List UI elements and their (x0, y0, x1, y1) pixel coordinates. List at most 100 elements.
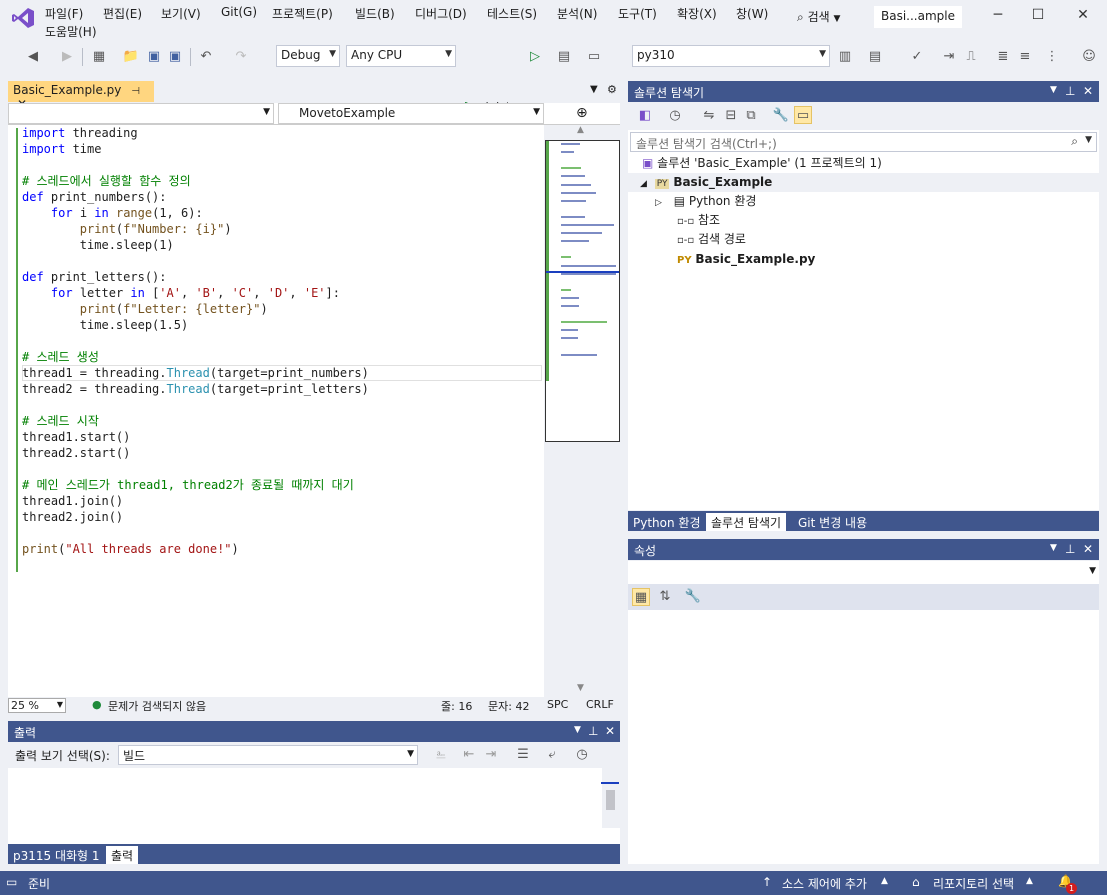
menu-analyze[interactable]: 분석(N) (557, 5, 597, 22)
tab-interactive[interactable]: p3115 대화형 1 (8, 846, 105, 864)
source-control-button[interactable]: 소스 제어에 추가 (782, 875, 867, 892)
env-manage-icon[interactable]: ▥ (836, 48, 854, 66)
tree-solution[interactable]: ▣ 솔루션 'Basic_Example' (1 프로젝트의 1) (642, 154, 882, 173)
menu-debug[interactable]: 디버그(D) (415, 5, 467, 22)
back-icon[interactable]: ◀ (24, 48, 42, 66)
editor-tab-active[interactable]: Basic_Example.py ⊣ ✕ (8, 81, 154, 111)
close-icon[interactable]: ✕ (1073, 7, 1093, 27)
categorized-icon[interactable]: ▦ (632, 588, 650, 606)
output-source-select[interactable]: 빌드 ▼ (118, 745, 418, 765)
next-message-icon[interactable]: ⇥ (482, 746, 500, 764)
switch-views-icon[interactable]: ◧ (636, 107, 654, 125)
panel-dropdown-icon[interactable]: ▼ (1050, 85, 1057, 95)
pin-icon[interactable]: ⊥ (588, 724, 598, 738)
pin-icon[interactable]: ⊥ (1065, 542, 1075, 556)
menu-extensions[interactable]: 확장(X) (677, 5, 717, 22)
pin-icon[interactable]: ⊥ (1065, 84, 1075, 98)
history-icon[interactable]: ◷ (666, 107, 684, 125)
panel-dropdown-icon[interactable]: ▼ (1050, 543, 1057, 553)
publish-icon[interactable]: ▤ (555, 48, 573, 66)
save-all-icon[interactable]: ▣ (166, 48, 184, 66)
spellcheck-icon[interactable]: ✓ (908, 48, 926, 66)
open-folder-icon[interactable]: 📁 (122, 48, 140, 66)
line-ending[interactable]: CRLF (586, 698, 614, 711)
menu-project[interactable]: 프로젝트(P) (272, 5, 333, 22)
goto-error-icon[interactable]: ⎁ (432, 746, 450, 764)
tree-search-paths[interactable]: ▫-▫ 검색 경로 (677, 230, 746, 249)
clear-all-icon[interactable]: ☰ (514, 746, 532, 764)
tab-python-env[interactable]: Python 환경 (628, 513, 706, 531)
feedback-icon[interactable]: ☺ (1080, 48, 1098, 66)
tree-project[interactable]: ◢ PY Basic_Example (628, 173, 1099, 192)
collapse-all-icon[interactable]: ⊟ (722, 107, 740, 125)
tab-output[interactable]: 출력 (106, 846, 139, 864)
close-icon[interactable]: ✕ (1083, 542, 1093, 556)
panel-dropdown-icon[interactable]: ▼ (574, 725, 581, 735)
code-minimap[interactable] (545, 140, 620, 442)
menu-help[interactable]: 도움말(H) (45, 23, 97, 40)
tab-solution-explorer[interactable]: 솔루션 탐색기 (706, 513, 787, 531)
show-all-files-icon[interactable]: ⧉ (742, 107, 760, 125)
tree-python-env[interactable]: ▷ ▤ Python 환경 (655, 192, 756, 211)
close-icon[interactable]: ✕ (605, 724, 615, 738)
tab-dropdown-icon[interactable]: ▼ (590, 84, 598, 95)
layout-icon[interactable]: ▭ (585, 48, 603, 66)
word-wrap-icon[interactable]: ⤶ (543, 746, 561, 764)
zoom-select[interactable]: 25 % ▼ (8, 698, 66, 713)
menu-test[interactable]: 테스트(S) (487, 5, 537, 22)
issues-text[interactable]: 문제가 검색되지 않음 (108, 698, 206, 714)
line-number[interactable]: 줄: 16 (441, 698, 472, 714)
new-project-icon[interactable]: ▦ (90, 48, 108, 66)
maximize-icon[interactable]: ☐ (1028, 7, 1048, 27)
config-select[interactable]: Debug ▼ (276, 45, 340, 67)
undo-icon[interactable]: ↶ (197, 48, 215, 66)
forward-icon[interactable]: ▶ (58, 48, 76, 66)
menu-view[interactable]: 보기(V) (161, 5, 201, 22)
search-button[interactable]: ⌕ 검색 ▼ (797, 8, 840, 25)
alphabetical-icon[interactable]: ⇅ (656, 588, 674, 606)
prev-message-icon[interactable]: ⇤ (460, 746, 478, 764)
preview-icon[interactable]: ▭ (794, 106, 812, 124)
scroll-up-icon[interactable]: ▲ (577, 125, 584, 135)
column-number[interactable]: 문자: 42 (488, 698, 529, 714)
save-icon[interactable]: ▣ (145, 48, 163, 66)
nav-scope-select[interactable]: ▼ (8, 103, 274, 124)
split-icon[interactable]: ⊕ (576, 105, 588, 121)
menu-window[interactable]: 창(W) (736, 5, 768, 22)
clock-icon[interactable]: ◷ (573, 746, 591, 764)
overflow-icon[interactable]: ⋮ (1043, 48, 1061, 66)
properties-wrench-icon[interactable]: 🔧 (772, 107, 790, 125)
redo-icon[interactable]: ↷ (232, 48, 250, 66)
indent-icon[interactable]: ≣ (994, 48, 1012, 66)
outdent-icon[interactable]: ≡ (1016, 48, 1034, 66)
menu-tools[interactable]: 도구(T) (618, 5, 657, 22)
repository-button[interactable]: 리포지토리 선택 (933, 875, 1014, 892)
sync-icon[interactable]: ⇋ (700, 107, 718, 125)
output-scrollbar[interactable] (601, 768, 620, 828)
window-layout-icon[interactable]: ▤ (866, 48, 884, 66)
property-pages-icon[interactable]: 🔧 (684, 588, 702, 606)
whitespace-mode[interactable]: SPC (547, 698, 568, 711)
start-without-debug-icon[interactable]: ▷ (526, 48, 544, 66)
output-scroll-thumb[interactable] (606, 790, 615, 810)
output-text-area[interactable] (8, 768, 620, 844)
minimize-icon[interactable]: ─ (988, 7, 1008, 27)
scroll-down-icon[interactable]: ▼ (577, 683, 584, 693)
pin-icon[interactable]: ⊣ (131, 86, 140, 97)
menu-edit[interactable]: 편집(E) (103, 5, 142, 22)
platform-select[interactable]: Any CPU ▼ (346, 45, 456, 67)
tree-file[interactable]: PY Basic_Example.py (677, 250, 815, 269)
settings-icon[interactable]: ⚙ (607, 83, 617, 96)
step-icon[interactable]: ⇥ (940, 48, 958, 66)
properties-object-select[interactable]: ▼ (628, 561, 1099, 583)
tab-git-changes[interactable]: Git 변경 내용 (793, 513, 872, 531)
tree-references[interactable]: ▫-▫ 참조 (677, 211, 720, 230)
python-env-select[interactable]: py310 ▼ (632, 45, 830, 67)
menu-git[interactable]: Git(G) (221, 5, 257, 19)
nav-member-select[interactable]: MovetoExample ▼ (278, 103, 544, 124)
bookmark-icon[interactable]: ⎍ (962, 48, 980, 66)
close-icon[interactable]: ✕ (1083, 84, 1093, 98)
menu-file[interactable]: 파일(F) (45, 5, 83, 22)
solution-explorer-search[interactable]: 솔루션 탐색기 검색(Ctrl+;) ⌕ ▼ (630, 132, 1097, 152)
menu-build[interactable]: 빌드(B) (355, 5, 395, 22)
